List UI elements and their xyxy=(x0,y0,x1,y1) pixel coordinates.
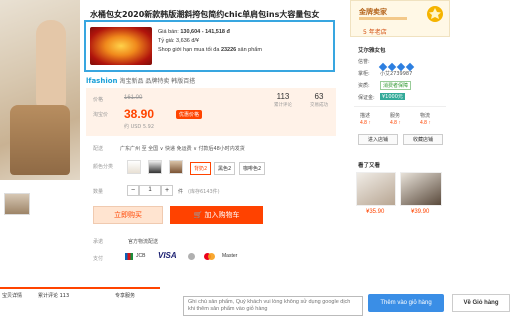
visa-check-icon xyxy=(188,253,195,260)
score-service-label: 服务 xyxy=(390,113,401,119)
master-label: Master xyxy=(222,253,238,259)
gold-medal-icon xyxy=(425,2,445,24)
shipping-label: 配送 xyxy=(93,146,104,152)
product-note-input[interactable] xyxy=(183,296,363,316)
orig-price: 161.00 xyxy=(124,95,143,101)
score-logistics-value: 4.8 ↑ xyxy=(420,120,431,126)
sales-count: 63 xyxy=(314,92,324,101)
qty-unit: 件 xyxy=(178,189,184,195)
gold-seller-label: 金牌卖家 xyxy=(359,8,387,16)
price-panel: 价格 161.00 淘宝价 38.90 优惠价格 约 USD 5.92 113 … xyxy=(86,88,336,136)
color-label: 颜色分类 xyxy=(93,164,114,170)
discount-badge: 优惠价格 xyxy=(176,110,203,119)
also-viewed-image-2[interactable] xyxy=(400,172,442,206)
price-vnd-value: 130,604 - 141,518 đ xyxy=(180,29,230,35)
score-service-value: 4.8 ↑ xyxy=(390,120,401,126)
deposit-label: 保证金: xyxy=(358,95,375,101)
mastercard-icon-right xyxy=(208,253,215,260)
shop-name[interactable]: 艾尔雅女包 xyxy=(358,46,386,54)
owner-label: 掌柜: xyxy=(358,71,370,77)
color-swatch-2[interactable] xyxy=(148,160,162,174)
also-viewed-title: 看了又看 xyxy=(358,163,381,169)
translation-info-box: Giá bán: 130,604 - 141,518 đ Tỷ giá: 3,6… xyxy=(84,20,335,72)
score-desc-value: 4.8 ↑ xyxy=(360,120,371,126)
owner-value: 小艾2739987 xyxy=(380,71,413,77)
color-option-3[interactable]: 咖啡色2 xyxy=(239,162,266,175)
shop-age-badge: 5 年老店 xyxy=(363,29,387,36)
cur-price-label: 淘宝价 xyxy=(93,112,109,118)
brand-tags: 淘宝新品 品牌特卖 韩版百搭 xyxy=(119,78,196,85)
detail-tabbar: 宝贝详情 累计评论 113 专享服务 xyxy=(0,287,160,301)
divider xyxy=(354,106,446,107)
add-to-cart-button[interactable]: 🛒 加入购物车 xyxy=(170,206,263,224)
visa-logo: VISA xyxy=(158,251,177,260)
promise-label: 承诺 xyxy=(93,239,104,245)
promise-text: 官方物流配送 xyxy=(128,239,159,245)
product-title: 水桶包女2020新款韩版潮斜挎包简约chic单肩包ins大容量包女 xyxy=(90,10,320,19)
cart-icon: 🛒 xyxy=(193,211,205,219)
brand-row: lfashion 淘宝新品 品牌特卖 韩版百搭 xyxy=(86,76,195,85)
qty-plus-button[interactable]: + xyxy=(161,185,173,196)
color-swatch-1[interactable] xyxy=(127,160,141,174)
product-thumbnail[interactable] xyxy=(4,193,30,215)
qty-label: 数量 xyxy=(93,189,104,195)
consumer-protection-badge: 消费者保障 xyxy=(380,81,412,90)
also-viewed-image-1[interactable] xyxy=(356,172,396,206)
price-vnd-label: Giá bán: xyxy=(158,29,179,35)
qty-minus-button[interactable]: − xyxy=(127,185,139,196)
limit-text-post: sản phẩm xyxy=(237,47,262,53)
add-to-cart-vn-button[interactable]: Thêm vào giỏ hàng xyxy=(368,294,444,312)
orig-price-label: 价格 xyxy=(93,97,104,103)
add-to-cart-label: 加入购物车 xyxy=(204,211,240,219)
stock-text: (库存6143件) xyxy=(188,189,220,195)
also-viewed-price-1: ¥35.90 xyxy=(366,209,385,215)
color-option-1[interactable]: 背奶2 xyxy=(190,162,212,175)
review-count[interactable]: 113 xyxy=(266,92,300,101)
buy-now-button[interactable]: 立即购买 xyxy=(93,206,163,224)
score-desc-label: 描述 xyxy=(360,113,371,119)
rate-label: Tỷ giá: xyxy=(158,38,175,44)
favorite-shop-button[interactable]: 收藏店铺 xyxy=(403,134,443,145)
brand-logo[interactable]: lfashion xyxy=(86,77,118,85)
qualification-label: 资质: xyxy=(358,83,370,89)
review-count-label: 累计评论 xyxy=(274,103,292,108)
go-to-cart-button[interactable]: Về Giỏ hàng xyxy=(452,294,510,312)
credit-label: 信誉: xyxy=(358,59,370,65)
usd-price: 约 USD 5.92 xyxy=(124,124,154,130)
limit-value: 23226 xyxy=(220,47,237,53)
qty-input[interactable]: 1 xyxy=(139,185,161,196)
score-logistics-label: 物流 xyxy=(420,113,431,119)
current-price: 38.90 xyxy=(124,107,155,121)
also-viewed-price-2: ¥39.90 xyxy=(411,209,430,215)
rate-value: 3,636 đ/¥ xyxy=(176,38,199,44)
sales-count-label: 交易成功 xyxy=(310,103,328,108)
limit-text: Shop giới hạn mua tối đa xyxy=(158,47,220,53)
color-swatch-3[interactable] xyxy=(169,160,183,174)
tab-services[interactable]: 专享服务 xyxy=(115,292,135,299)
jcb-label: JCB xyxy=(136,253,146,259)
product-main-image[interactable] xyxy=(0,0,80,180)
tab-details[interactable]: 宝贝详情 xyxy=(2,292,22,299)
enter-shop-button[interactable]: 进入店铺 xyxy=(358,134,398,145)
deposit-value: ¥1000元 xyxy=(380,93,405,100)
gold-bar xyxy=(359,17,407,20)
shipping-text[interactable]: 广东广州 至 全国 ∨ 快递 免运费 ∨ 付款后48小时内发货 xyxy=(120,145,245,152)
color-option-2[interactable]: 黑色2 xyxy=(214,162,236,175)
pay-label: 支付 xyxy=(93,256,104,262)
promo-image xyxy=(90,27,152,65)
tab-reviews[interactable]: 累计评论 113 xyxy=(38,292,69,299)
jcb-icon xyxy=(125,253,133,260)
